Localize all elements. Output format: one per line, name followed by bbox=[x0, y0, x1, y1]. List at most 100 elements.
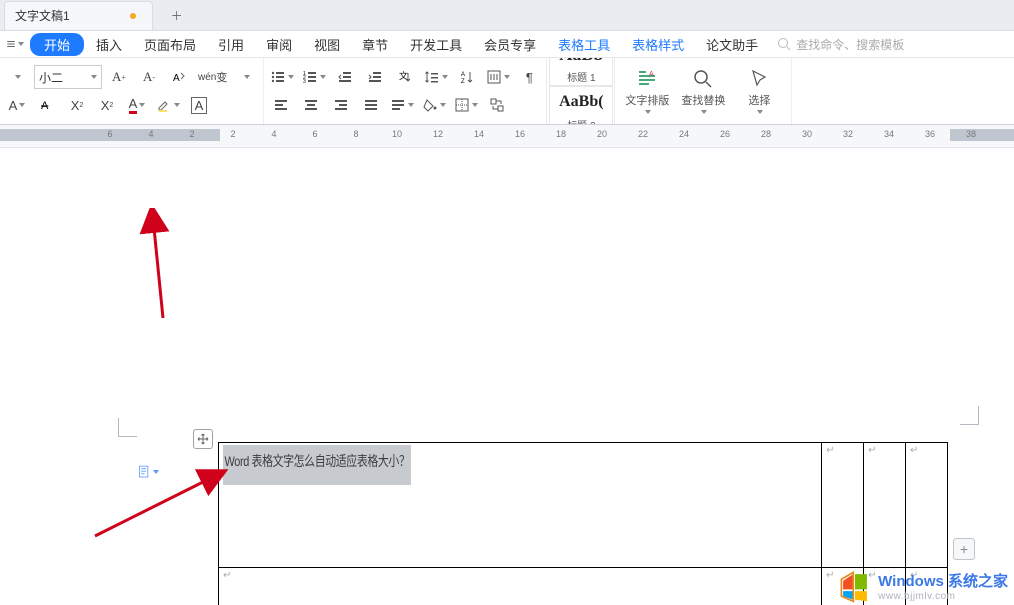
svg-text:A: A bbox=[173, 73, 180, 84]
text-layout-button[interactable]: A 文字排版 bbox=[619, 68, 675, 114]
table-cell[interactable]: ↵ bbox=[822, 443, 864, 568]
tab-references[interactable]: 引用 bbox=[208, 32, 254, 57]
table-row: Word 表格文字怎么自动适应表格大小？ ↵ ↵ ↵ bbox=[219, 443, 948, 568]
tab-home[interactable]: 开始 bbox=[30, 33, 84, 56]
font-family-dropdown[interactable] bbox=[4, 65, 30, 89]
phonetic-guide-button[interactable]: wén变 bbox=[196, 65, 229, 89]
ruler-number: 22 bbox=[638, 129, 648, 139]
increase-indent-button[interactable] bbox=[362, 65, 388, 89]
style-preview: AaBb( bbox=[559, 87, 603, 117]
linespacing-icon bbox=[424, 69, 440, 85]
app-menu-button[interactable] bbox=[6, 35, 24, 53]
highlight-color-dropdown[interactable] bbox=[154, 93, 182, 117]
caret-down-icon bbox=[174, 103, 180, 107]
ribbon-group-paragraph: 123 文 AZ ¶ bbox=[264, 58, 547, 124]
document-icon bbox=[137, 463, 152, 481]
document-tab[interactable]: 文字文稿1 bbox=[4, 1, 153, 30]
grow-font-button[interactable]: A+ bbox=[106, 65, 132, 89]
caret-down-icon bbox=[472, 103, 478, 107]
table-cell[interactable]: Word 表格文字怎么自动适应表格大小？ bbox=[219, 443, 822, 568]
change-case-button[interactable]: A bbox=[166, 65, 192, 89]
bucket-icon bbox=[422, 97, 438, 113]
numbering-dropdown[interactable]: 123 bbox=[300, 65, 328, 89]
caret-down-icon bbox=[408, 103, 414, 107]
text-direction-button[interactable]: 文 bbox=[392, 65, 418, 89]
caret-down-icon bbox=[442, 75, 448, 79]
add-column-button[interactable]: + bbox=[953, 538, 975, 560]
tab-table-style[interactable]: 表格样式 bbox=[622, 32, 694, 57]
outline-panel-button[interactable] bbox=[137, 461, 159, 483]
superscript-button[interactable]: X2 bbox=[64, 93, 90, 117]
svg-text:A: A bbox=[461, 72, 465, 78]
align-center-button[interactable] bbox=[298, 93, 324, 117]
tab-chapter[interactable]: 章节 bbox=[352, 32, 398, 57]
font-size-dropdown[interactable]: 小二 bbox=[34, 65, 102, 89]
style-label: 标题 1 bbox=[567, 69, 595, 85]
tab-review[interactable]: 审阅 bbox=[256, 32, 302, 57]
sort-button[interactable]: AZ bbox=[454, 65, 480, 89]
document-workspace: Word 表格文字怎么自动适应表格大小？ ↵ ↵ ↵ ↵ ↵ ↵ ↵ ↵ ↵ ↵… bbox=[0, 148, 1014, 605]
font-color-dropdown[interactable]: A bbox=[124, 93, 150, 117]
highlight-dropdown[interactable]: A bbox=[4, 93, 30, 117]
borders-dropdown[interactable] bbox=[452, 93, 480, 117]
text-layout-label: 文字排版 bbox=[625, 92, 669, 108]
char-border-button[interactable]: A bbox=[186, 93, 212, 117]
ruler-margin-right bbox=[950, 129, 1014, 141]
shrink-font-button[interactable]: A- bbox=[136, 65, 162, 89]
tab-table-tools[interactable]: 表格工具 bbox=[548, 32, 620, 57]
indent-icon bbox=[367, 69, 383, 85]
bullets-dropdown[interactable] bbox=[268, 65, 296, 89]
ruler-number: 2 bbox=[230, 129, 235, 139]
style-label: 标题 2 bbox=[567, 117, 595, 125]
document-title: 文字文稿1 bbox=[15, 7, 70, 24]
align-right-button[interactable] bbox=[328, 93, 354, 117]
font-size-value: 小二 bbox=[39, 69, 63, 86]
select-label: 选择 bbox=[748, 92, 770, 108]
subscript-button[interactable]: X2 bbox=[94, 93, 120, 117]
select-button[interactable]: 选择 bbox=[731, 68, 787, 114]
annotation-arrow-1 bbox=[108, 208, 188, 328]
table-cell[interactable]: ↵ bbox=[219, 568, 822, 605]
ruler-number: 2 bbox=[189, 129, 194, 139]
command-search[interactable]: 查找命令、搜索模板 bbox=[776, 36, 904, 53]
distribute-button[interactable] bbox=[388, 93, 416, 117]
line-spacing-dropdown[interactable] bbox=[422, 65, 450, 89]
ribbon-group-tools: A 文字排版 查找替换 选择 bbox=[615, 58, 792, 124]
table-cell[interactable]: ↵ bbox=[906, 443, 948, 568]
paragraph-mark-button[interactable]: ¶ bbox=[516, 65, 542, 89]
ruler-number: 26 bbox=[720, 129, 730, 139]
search-icon bbox=[776, 36, 792, 52]
table-cell[interactable]: ↵ bbox=[864, 443, 906, 568]
svg-text:A: A bbox=[649, 71, 654, 78]
decrease-indent-button[interactable] bbox=[332, 65, 358, 89]
ruler-number: 8 bbox=[353, 129, 358, 139]
margin-corner-tr bbox=[960, 406, 979, 425]
tab-view[interactable]: 视图 bbox=[304, 32, 350, 57]
table-move-handle[interactable] bbox=[193, 429, 213, 449]
highlighter-icon bbox=[156, 97, 172, 113]
find-replace-button[interactable]: 查找替换 bbox=[675, 68, 731, 114]
tab-member[interactable]: 会员专享 bbox=[474, 32, 546, 57]
horizontal-ruler[interactable]: 6422468101214161820222426283032343638 bbox=[0, 125, 1014, 148]
tab-insert[interactable]: 插入 bbox=[86, 32, 132, 57]
shading-dropdown[interactable] bbox=[420, 93, 448, 117]
search-placeholder: 查找命令、搜索模板 bbox=[796, 36, 904, 53]
new-tab-button[interactable]: ＋ bbox=[163, 1, 191, 29]
outline-button[interactable] bbox=[484, 93, 510, 117]
ruler-number: 10 bbox=[392, 129, 402, 139]
tabs-button[interactable] bbox=[484, 65, 512, 89]
strike-button[interactable]: A bbox=[34, 93, 60, 117]
ruler-number: 36 bbox=[925, 129, 935, 139]
tab-thesis[interactable]: 论文助手 bbox=[696, 32, 768, 57]
tab-page-layout[interactable]: 页面布局 bbox=[134, 32, 206, 57]
align-justify-button[interactable] bbox=[358, 93, 384, 117]
tab-developer[interactable]: 开发工具 bbox=[400, 32, 472, 57]
align-left-button[interactable] bbox=[268, 93, 294, 117]
style-heading1[interactable]: AaBb 标题 1 bbox=[549, 58, 613, 86]
style-heading2[interactable]: AaBb( 标题 2 bbox=[549, 86, 613, 125]
sort-icon: AZ bbox=[459, 69, 475, 85]
svg-text:3: 3 bbox=[303, 79, 306, 85]
clear-format-dropdown[interactable] bbox=[233, 65, 259, 89]
tabstops-icon bbox=[486, 69, 502, 85]
caret-down-icon bbox=[91, 75, 97, 79]
